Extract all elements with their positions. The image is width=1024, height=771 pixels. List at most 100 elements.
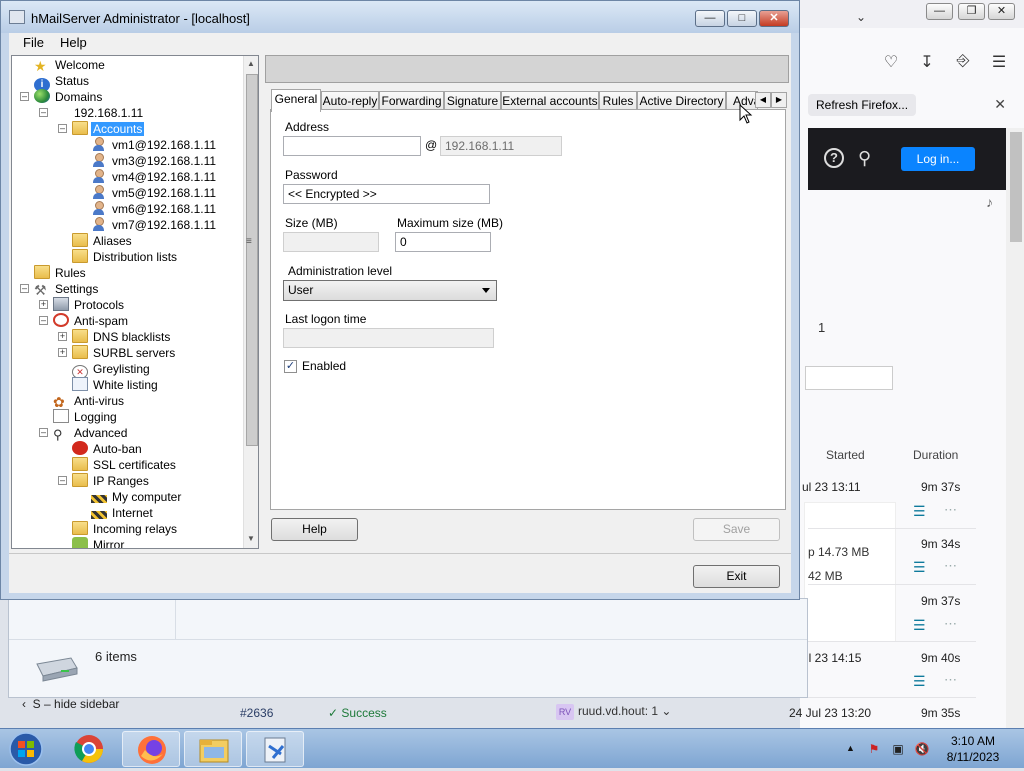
search-icon[interactable]: ⚲ — [858, 148, 878, 168]
help-icon[interactable]: ? — [824, 148, 844, 168]
layers-icon[interactable]: ☰ — [913, 674, 929, 688]
tree-scroll-thumb[interactable] — [246, 74, 258, 446]
layers-icon[interactable]: ☰ — [913, 504, 929, 518]
title-bar[interactable]: hMailServer Administrator - [localhost] … — [1, 1, 799, 33]
explorer-taskbar-button[interactable] — [184, 731, 242, 767]
tree-item-account[interactable]: vm6@192.168.1.11 — [91, 201, 218, 217]
login-button[interactable]: Log in... — [901, 147, 975, 171]
tab-scroll-left-icon[interactable]: ◀ — [755, 92, 771, 108]
close-button[interactable]: ✕ — [988, 3, 1015, 20]
admin-level-select[interactable]: User — [283, 280, 497, 301]
maximize-button[interactable]: □ — [727, 10, 757, 27]
minimize-button[interactable]: — — [926, 3, 953, 20]
tree-item-domains[interactable]: Domains — [34, 89, 104, 105]
tree-item-internet[interactable]: Internet — [91, 505, 155, 521]
exit-button[interactable]: Exit — [693, 565, 780, 588]
close-button[interactable]: ✕ — [759, 10, 789, 27]
tab-list-chevron-icon[interactable]: ⌄ — [856, 10, 866, 24]
surbl-expand[interactable]: + — [58, 348, 67, 357]
tree-item-incoming-relays[interactable]: Incoming relays — [72, 521, 179, 537]
menu-file[interactable]: File — [23, 35, 44, 50]
antispam-collapse[interactable]: – — [39, 316, 48, 325]
tree-item-mirror[interactable]: Mirror — [72, 537, 126, 548]
tree-item-surbl-servers[interactable]: SURBL servers — [72, 345, 177, 361]
tree-item-advanced[interactable]: ⚲ Advanced — [53, 425, 129, 442]
max-size-input[interactable]: 0 — [395, 232, 491, 252]
close-icon[interactable]: ✕ — [994, 96, 1006, 113]
address-input[interactable] — [283, 136, 421, 156]
password-input[interactable]: << Encrypted >> — [283, 184, 490, 204]
restore-button[interactable]: ❐ — [958, 3, 985, 20]
tree-item-rules[interactable]: Rules — [34, 265, 88, 281]
protocols-expand[interactable]: + — [39, 300, 48, 309]
tree-item-ssl-certificates[interactable]: SSL certificates — [72, 457, 178, 473]
layers-icon[interactable]: ☰ — [913, 560, 929, 574]
more-icon[interactable]: ⋯ — [944, 672, 958, 688]
run-number[interactable]: #2636 — [240, 706, 273, 720]
layers-icon[interactable]: ☰ — [913, 618, 929, 632]
tree-scrollbar[interactable]: ▲ ≡ ▼ — [243, 56, 258, 548]
tab-forwarding[interactable]: Forwarding — [379, 91, 444, 111]
page-scrollbar[interactable] — [1006, 128, 1024, 728]
tab-general[interactable]: General — [271, 89, 321, 112]
download-icon[interactable]: ↧ — [916, 52, 938, 74]
show-hidden-icons-icon[interactable]: ▲ — [846, 743, 855, 753]
advanced-collapse[interactable]: – — [39, 428, 48, 437]
action-center-icon[interactable]: ⚑ — [866, 742, 882, 756]
tree-item-accounts[interactable]: Accounts — [72, 121, 145, 137]
page-number[interactable]: 1 — [818, 320, 825, 335]
tab-external-accounts[interactable]: External accounts — [501, 91, 599, 111]
accounts-collapse[interactable]: – — [58, 124, 67, 133]
tree-item-ip-ranges[interactable]: IP Ranges — [72, 473, 151, 489]
minimize-button[interactable]: — — [695, 10, 725, 27]
tab-active-directory[interactable]: Active Directory — [637, 91, 726, 111]
refresh-firefox-button[interactable]: Refresh Firefox... — [808, 94, 917, 116]
tree-item-logging[interactable]: Logging — [53, 409, 119, 425]
settings-collapse[interactable]: – — [20, 284, 29, 293]
tree-item-account[interactable]: vm5@192.168.1.11 — [91, 185, 218, 201]
tree-item-domain[interactable]: 192.168.1.11 — [72, 105, 145, 121]
tree-item-welcome[interactable]: ★ Welcome — [34, 57, 107, 73]
tree-item-dns-blacklists[interactable]: DNS blacklists — [72, 329, 172, 345]
tab-rules[interactable]: Rules — [599, 91, 637, 111]
menu-icon[interactable]: ☰ — [988, 52, 1010, 74]
ip-ranges-collapse[interactable]: – — [58, 476, 67, 485]
enabled-checkbox[interactable]: ✓ — [284, 360, 297, 373]
dns-blacklists-expand[interactable]: + — [58, 332, 67, 341]
tree-item-my-computer[interactable]: My computer — [91, 489, 183, 505]
filter-input[interactable] — [805, 366, 893, 390]
start-button[interactable] — [4, 731, 48, 767]
firefox-taskbar-button[interactable] — [122, 731, 180, 767]
network-icon[interactable]: ▣ — [890, 742, 906, 756]
tree-item-settings[interactable]: ⚒ Settings — [34, 281, 100, 297]
extensions-icon[interactable]: ⎆ — [952, 52, 974, 74]
more-icon[interactable]: ⋯ — [944, 616, 958, 632]
save-button[interactable]: Save — [693, 518, 780, 541]
tree-item-account[interactable]: vm1@192.168.1.11 — [91, 137, 218, 153]
hmailserver-taskbar-button[interactable] — [246, 731, 304, 767]
tree-item-account[interactable]: vm7@192.168.1.11 — [91, 217, 218, 233]
more-icon[interactable]: ⋯ — [944, 502, 958, 518]
chrome-taskbar-button[interactable] — [60, 731, 118, 767]
volume-muted-icon[interactable]: 🔇 — [914, 742, 930, 756]
tree-item-status[interactable]: i Status — [34, 73, 91, 92]
domains-collapse[interactable]: – — [20, 92, 29, 101]
tree-item-protocols[interactable]: Protocols — [53, 297, 126, 313]
menu-help[interactable]: Help — [60, 35, 87, 50]
tree-item-anti-spam[interactable]: Anti-spam — [53, 313, 130, 329]
tree-item-account[interactable]: vm3@192.168.1.11 — [91, 153, 218, 169]
more-icon[interactable]: ⋯ — [944, 558, 958, 574]
hide-sidebar-link[interactable]: ‹ S – hide sidebar — [22, 697, 119, 711]
domain-collapse[interactable]: – — [39, 108, 48, 117]
tab-signature[interactable]: Signature — [444, 91, 501, 111]
tree-item-greylisting[interactable]: ✕ Greylisting — [72, 361, 152, 379]
help-button[interactable]: Help — [271, 518, 358, 541]
tree-item-anti-virus[interactable]: ✿ Anti-virus — [53, 393, 126, 409]
tab-auto-reply[interactable]: Auto-reply — [321, 91, 379, 111]
pocket-icon[interactable]: ♡ — [880, 52, 902, 74]
tab-scroll-right-icon[interactable]: ▶ — [771, 92, 787, 108]
system-clock[interactable]: 3:10 AM 8/11/2023 — [934, 733, 1012, 765]
tree-item-distribution-lists[interactable]: Distribution lists — [72, 249, 179, 265]
tree-item-aliases[interactable]: Aliases — [72, 233, 134, 249]
tree-item-auto-ban[interactable]: Auto-ban — [72, 441, 144, 457]
